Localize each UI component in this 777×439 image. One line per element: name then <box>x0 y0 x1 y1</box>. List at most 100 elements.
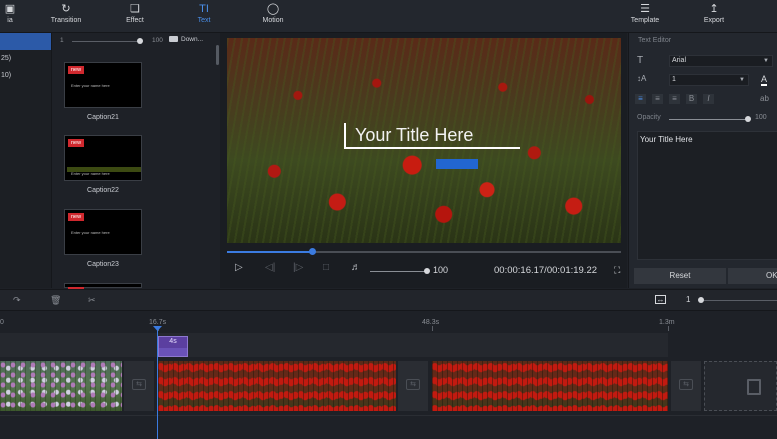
caption-item[interactable]: new Enter your name here Caption22 <box>64 135 142 194</box>
playback-progress[interactable] <box>227 248 621 255</box>
font-icon: T <box>637 55 644 66</box>
caption-thumbnail: new <box>64 283 142 295</box>
caption-thumbnail: new Enter your name here <box>64 62 142 108</box>
align-center-icon[interactable]: ≡ <box>652 94 663 104</box>
ruler-label: 0 <box>0 319 4 326</box>
caption-item[interactable]: new <box>64 283 142 295</box>
volume-slider[interactable] <box>370 271 428 272</box>
caption-name: Caption22 <box>87 187 119 194</box>
align-left-icon[interactable]: ≡ <box>635 94 646 104</box>
caption-library: 1 100 Down... new Enter your name here C… <box>53 33 219 295</box>
text-color-icon[interactable]: A <box>761 74 768 86</box>
tab-text[interactable]: TI Text <box>174 2 234 24</box>
transition-slot[interactable]: ⇆ <box>124 361 154 411</box>
zoom-slider[interactable] <box>704 300 777 301</box>
text-content-field[interactable]: Your Title Here <box>637 131 777 260</box>
new-badge: new <box>68 213 85 221</box>
tab-transition-label: Transition <box>50 17 82 24</box>
video-clip[interactable] <box>158 361 396 411</box>
motion-icon: ◯ <box>266 3 280 15</box>
caption-item[interactable]: new Enter your name here Caption23 <box>64 209 142 268</box>
next-frame-icon[interactable]: |▷ <box>293 262 303 273</box>
template-icon: ☰ <box>640 3 650 15</box>
transition-icon: ⇆ <box>679 379 693 390</box>
tab-media[interactable]: ▣ ia <box>0 2 40 24</box>
ruler-tick <box>432 326 433 331</box>
advanced-text-icon[interactable]: ab <box>760 94 769 103</box>
chevron-down-icon: ▼ <box>763 58 769 64</box>
export-button[interactable]: ↥ Export <box>684 2 744 24</box>
format-row: ≡ ≡ ≡ B I ab <box>629 93 777 107</box>
caption-thumbnail: new Enter your name here <box>64 209 142 255</box>
thumbnail-size-knob[interactable] <box>137 38 143 44</box>
title-overlay-text[interactable]: Your Title Here <box>355 125 473 146</box>
ruler-label: 16.7s <box>149 319 167 326</box>
stop-icon[interactable]: □ <box>323 262 329 273</box>
font-select[interactable]: Arial ▼ <box>669 55 773 67</box>
opacity-slider[interactable] <box>669 119 747 120</box>
top-toolbar: ▣ ia ↻ Transition ❏ Effect TI Text ◯ Mot… <box>0 0 777 33</box>
category-item[interactable]: 10) <box>0 67 51 84</box>
export-label: Export <box>703 17 725 24</box>
delete-icon[interactable]: 🗑 <box>50 295 61 306</box>
font-size-value: 1 <box>672 76 676 83</box>
timeline: 0 16.7s 48.3s 1.3m 4s ⇆ ⇆ ⇆ <box>0 311 777 439</box>
opacity-row: Opacity 100 <box>629 113 777 127</box>
ok-button[interactable]: OK <box>728 268 777 284</box>
timeline-toolbar: ↷ 🗑 ✂ ↔ 1 <box>0 289 777 311</box>
video-clip[interactable] <box>0 361 122 411</box>
title-clip[interactable]: 4s <box>158 336 188 357</box>
previous-frame-icon[interactable]: ◁| <box>265 262 275 273</box>
fullscreen-icon[interactable]: ⛶ <box>614 265 620 276</box>
video-track: ⇆ ⇆ ⇆ <box>0 359 777 413</box>
new-badge: new <box>68 139 85 147</box>
tab-motion[interactable]: ◯ Motion <box>243 2 303 24</box>
add-media-drop-zone[interactable] <box>704 361 777 411</box>
library-header: 1 100 Down... <box>53 33 219 49</box>
volume-icon[interactable]: ♬ <box>351 262 361 273</box>
text-editor-panel: Text Editor T Arial ▼ ↕A 1 ▼ A ≡ ≡ ≡ B I a… <box>628 33 777 288</box>
tab-text-label: Text <box>197 17 211 24</box>
fit-timeline-icon[interactable]: ↔ <box>655 295 666 304</box>
transition-slot[interactable]: ⇆ <box>398 361 428 411</box>
tab-effect[interactable]: ❏ Effect <box>105 2 165 24</box>
redo-icon[interactable]: ↷ <box>13 295 21 306</box>
italic-icon[interactable]: I <box>703 94 714 104</box>
text-icon: TI <box>199 3 209 15</box>
volume-value: 100 <box>433 265 449 275</box>
download-icon <box>169 36 178 42</box>
reset-button[interactable]: Reset <box>634 268 726 284</box>
export-icon: ↥ <box>709 3 719 15</box>
tab-transition[interactable]: ↻ Transition <box>36 2 96 24</box>
opacity-handle[interactable] <box>745 116 751 122</box>
download-label: Down... <box>181 36 204 43</box>
template-button[interactable]: ☰ Template <box>615 2 675 24</box>
opacity-label: Opacity <box>637 114 661 121</box>
zoom-value: 1 <box>686 295 691 304</box>
caption-preview-text: Enter your name here <box>71 230 110 235</box>
transition-slot[interactable]: ⇆ <box>671 361 701 411</box>
volume-handle[interactable] <box>424 268 430 274</box>
align-right-icon[interactable]: ≡ <box>669 94 680 104</box>
bold-icon[interactable]: B <box>686 94 697 104</box>
caption-item[interactable]: new Enter your name here Caption21 <box>64 62 142 121</box>
progress-handle[interactable] <box>308 248 316 255</box>
time-ruler[interactable]: 0 16.7s 48.3s 1.3m <box>0 311 777 331</box>
font-size-select[interactable]: 1 ▼ <box>669 74 749 86</box>
category-item-selected[interactable] <box>0 33 51 50</box>
cut-icon[interactable]: ✂ <box>88 295 96 306</box>
play-icon[interactable]: ▷ <box>235 262 243 273</box>
effect-icon: ❏ <box>130 3 140 15</box>
ruler-tick <box>668 326 669 331</box>
size-max-label: 100 <box>152 37 163 44</box>
category-list: 25) 10) <box>0 33 52 288</box>
download-button[interactable]: Down... <box>169 36 203 43</box>
title-clip-body <box>159 348 187 356</box>
playhead[interactable] <box>157 329 158 439</box>
tab-motion-label: Motion <box>262 17 284 24</box>
audio-track <box>0 415 777 439</box>
video-clip[interactable] <box>432 361 668 411</box>
thumbnail-size-slider[interactable] <box>72 41 140 42</box>
library-scrollbar[interactable] <box>216 45 219 65</box>
category-item[interactable]: 25) <box>0 50 51 67</box>
